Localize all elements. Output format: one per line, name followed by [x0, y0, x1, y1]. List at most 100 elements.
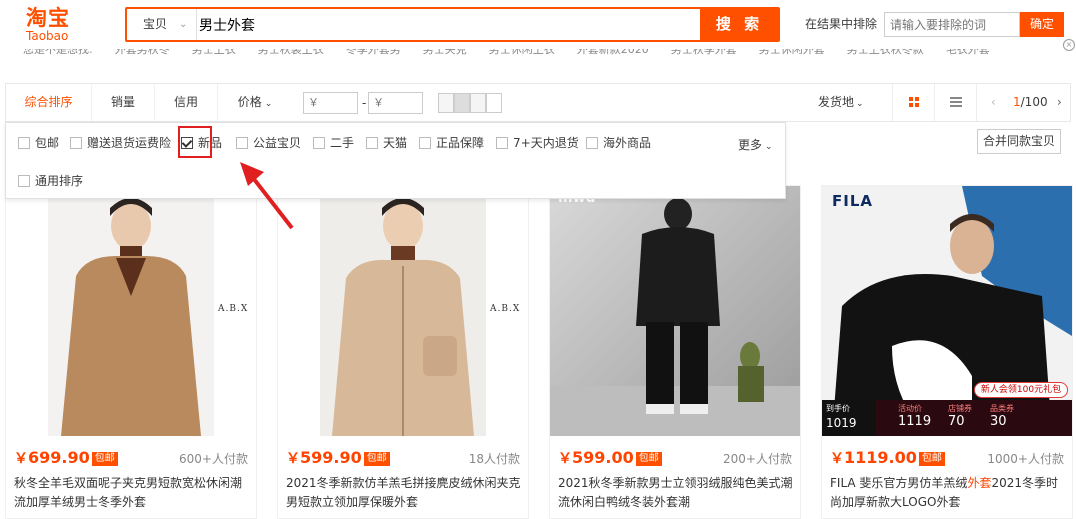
- hot-word-link[interactable]: 男士秋装上衣: [258, 49, 324, 56]
- brand-mark: A.B.X: [218, 304, 249, 314]
- checkbox-box: [586, 137, 598, 149]
- brand-mark: FILA: [832, 192, 873, 210]
- chevron-down-icon: ⌄: [856, 99, 864, 109]
- free-shipping-badge: 包邮: [918, 452, 945, 466]
- price-dash: -: [362, 96, 367, 110]
- more-filters-button[interactable]: 更多 ⌄: [738, 136, 773, 153]
- exclude-label: 在结果中排除: [805, 17, 878, 31]
- filter-checkbox[interactable]: 二手: [313, 136, 354, 150]
- sold-count: 200+人付款: [723, 452, 792, 466]
- product-image[interactable]: mwu: [550, 186, 800, 436]
- checkbox-box: [70, 137, 82, 149]
- hot-word-link[interactable]: 外套男秋冬: [115, 49, 170, 56]
- close-icon[interactable]: ×: [1063, 39, 1075, 51]
- grid-view-button[interactable]: [892, 84, 934, 121]
- sort-bar: 综合排序 销量 信用 价格 ⌄ ￥ - ￥ 发货地 ⌄ ‹ 1/100 ›: [5, 83, 1071, 122]
- hot-words: 您是不是想找: 外套男秋冬 男士上衣 男士秋装上衣 冬季外套男 男士夹克 男士休闲上衣 外套新…: [23, 43, 1063, 57]
- hot-word-link[interactable]: 毛衣外套: [946, 49, 990, 56]
- product-price: ￥699.90 包邮: [14, 448, 118, 468]
- next-page-icon[interactable]: ›: [1057, 84, 1062, 121]
- checkbox-box: [496, 137, 508, 149]
- hot-word-link[interactable]: 男士休闲上衣: [489, 49, 555, 56]
- hot-word-link[interactable]: 男士上衣: [192, 49, 236, 56]
- checkbox-box: [18, 175, 30, 187]
- filter-checkbox[interactable]: 公益宝贝: [236, 136, 301, 150]
- checkbox-box: [366, 137, 378, 149]
- free-shipping-badge: 包邮: [635, 452, 662, 466]
- hot-words-label: 您是不是想找:: [23, 43, 93, 56]
- view-toggle-segment: [454, 93, 470, 113]
- exclude-confirm-button[interactable]: 确定: [1020, 12, 1064, 37]
- view-toggle-segment: [438, 93, 454, 113]
- hot-word-link[interactable]: 冬季外套男: [346, 49, 401, 56]
- view-toggle-segment: [470, 93, 486, 113]
- sold-count: 18人付款: [468, 452, 520, 466]
- list-icon: [950, 97, 962, 107]
- search-box: 宝贝 ⌄ 搜 索: [125, 7, 780, 42]
- chevron-down-icon: ⌄: [264, 99, 273, 109]
- checkbox-box: [313, 137, 325, 149]
- price-min-input[interactable]: ￥: [303, 92, 358, 114]
- checkbox-box: [236, 137, 248, 149]
- price-max-input[interactable]: ￥: [368, 92, 423, 114]
- product-title[interactable]: 秋冬全羊毛双面呢子夹克男短款宽松休闲潮流加厚羊绒男士冬季外套: [14, 474, 250, 512]
- taobao-logo[interactable]: 淘宝 Taobao: [26, 6, 88, 43]
- hot-word-link[interactable]: 男士秋季外套: [671, 49, 737, 56]
- product-title[interactable]: FILA 斐乐官方男仿羊羔绒外套2021冬季时尚加厚新款大LOGO外套: [830, 474, 1066, 512]
- top-header: 淘宝 Taobao 宝贝 ⌄ 搜 索 在结果中排除 确定 您是不是想找: 外套男秋…: [0, 0, 1076, 70]
- red-arrow-icon: [240, 162, 294, 230]
- filter-checkbox[interactable]: 赠送退货运费险: [70, 136, 171, 150]
- filter-checkbox[interactable]: 天猫: [366, 136, 407, 150]
- hot-word-link[interactable]: 外套新款2020: [577, 49, 649, 56]
- product-price: ￥599.90 包邮: [286, 448, 390, 468]
- product-image[interactable]: A.B.X: [278, 186, 528, 436]
- sort-default-tab[interactable]: 综合排序: [6, 84, 92, 121]
- free-shipping-badge: 包邮: [363, 452, 390, 466]
- merge-same-button[interactable]: 合并同款宝贝: [977, 129, 1061, 154]
- hot-word-link[interactable]: 男士休闲外套: [759, 49, 825, 56]
- product-image[interactable]: FILA 新人会领100元礼包 到手价 1019 活动价 1119 店铺券 70…: [822, 186, 1072, 436]
- view-toggle[interactable]: [438, 93, 502, 113]
- promo-banner: 新人会领100元礼包: [974, 382, 1068, 398]
- search-button[interactable]: 搜 索: [700, 8, 779, 41]
- ship-from-dropdown[interactable]: 发货地 ⌄: [818, 84, 864, 121]
- filter-checkbox[interactable]: 正品保障: [419, 136, 484, 150]
- hot-word-link[interactable]: 男士夹克: [423, 49, 467, 56]
- promo-price-strip: 到手价 1019 活动价 1119 店铺券 70 品类券 30: [822, 400, 1072, 436]
- view-toggle-segment: [486, 93, 502, 113]
- filter-checkbox[interactable]: 7+天内退货: [496, 136, 579, 150]
- highlight-box: [178, 126, 212, 158]
- pager: ‹ 1/100 ›: [976, 84, 1072, 121]
- product-title[interactable]: 2021冬季新款仿羊羔毛拼接麂皮绒休闲夹克男短款立领加厚保暖外套: [286, 474, 522, 512]
- product-card[interactable]: mwu ￥599.00包邮 200+人付款 2021秋冬季新款男士立领羽绒服纯色…: [549, 185, 801, 519]
- free-shipping-badge: 包邮: [91, 452, 118, 466]
- brand-mark: A.B.X: [490, 304, 521, 314]
- prev-page-icon[interactable]: ‹: [991, 84, 996, 121]
- product-image[interactable]: A.B.X: [6, 186, 256, 436]
- product-title[interactable]: 2021秋冬季新款男士立领羽绒服纯色美式潮流休闲白鸭绒冬装外套潮: [558, 474, 794, 512]
- chevron-down-icon: ⌄: [179, 19, 188, 30]
- sold-count: 600+人付款: [179, 452, 248, 466]
- pager-total: /100: [1020, 95, 1048, 109]
- filter-checkbox[interactable]: 通用排序: [18, 174, 83, 188]
- hot-word-link[interactable]: 男士上衣秋冬款: [847, 49, 924, 56]
- checkbox-box: [18, 137, 30, 149]
- filter-checkbox[interactable]: 包邮: [18, 136, 59, 150]
- search-category-select[interactable]: 宝贝 ⌄: [127, 9, 197, 40]
- checkbox-box: [419, 137, 431, 149]
- sort-price-tab[interactable]: 价格 ⌄: [218, 84, 292, 121]
- sort-credit-tab[interactable]: 信用: [155, 84, 218, 121]
- grid-icon: [909, 97, 919, 107]
- product-card[interactable]: A.B.X ￥699.90 包邮 600+人付款 秋冬全羊毛双面呢子夹克男短款宽松…: [5, 185, 257, 519]
- filter-checkbox[interactable]: 海外商品: [586, 136, 651, 150]
- product-card[interactable]: A.B.X ￥599.90 包邮 18人付款 2021冬季新款仿羊羔毛拼接麂皮绒休…: [277, 185, 529, 519]
- product-price: ￥599.00 包邮: [558, 448, 662, 468]
- sold-count: 1000+人付款: [987, 452, 1064, 466]
- sort-sales-tab[interactable]: 销量: [92, 84, 155, 121]
- search-input[interactable]: [199, 12, 699, 37]
- list-view-button[interactable]: [934, 84, 976, 121]
- exclude-input[interactable]: [884, 12, 1020, 37]
- product-price: ￥1119.00 包邮: [830, 448, 945, 468]
- chevron-down-icon: ⌄: [765, 142, 773, 152]
- product-card[interactable]: FILA 新人会领100元礼包 到手价 1019 活动价 1119 店铺券 70…: [821, 185, 1073, 519]
